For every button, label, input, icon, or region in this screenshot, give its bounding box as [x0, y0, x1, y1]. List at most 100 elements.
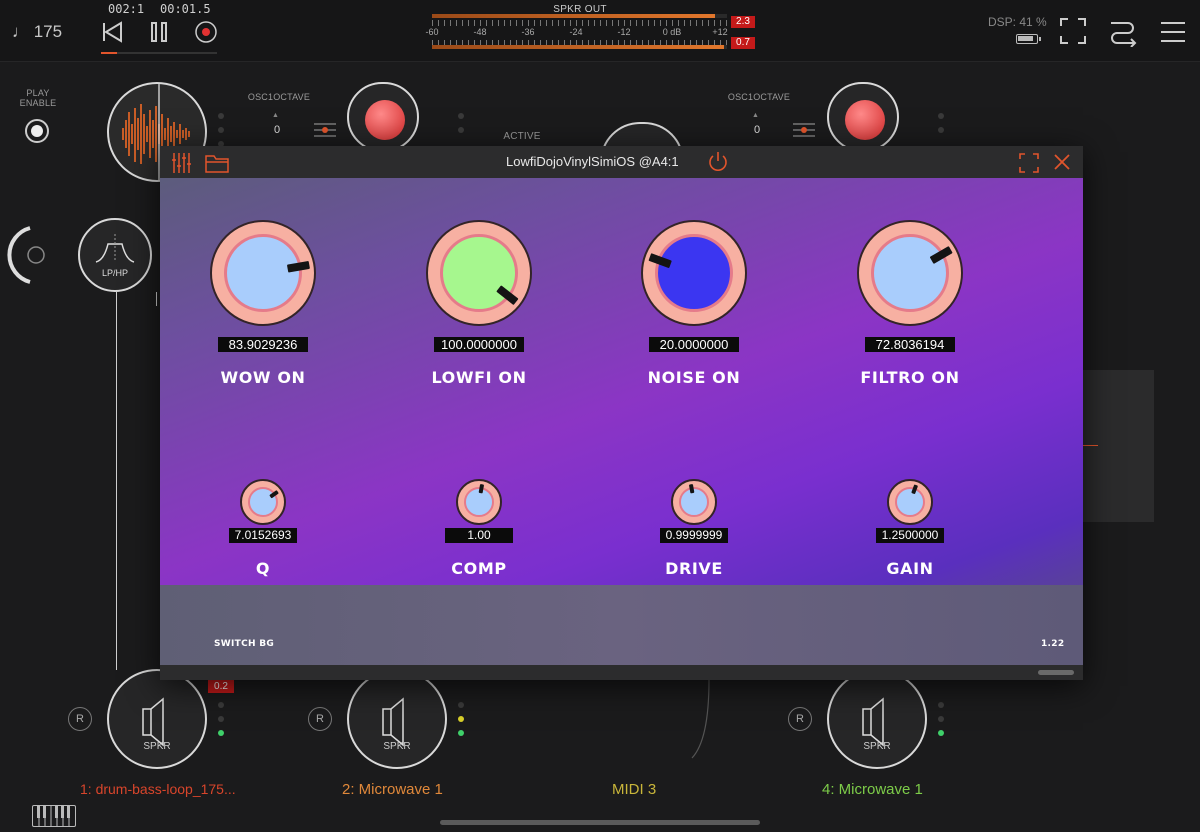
- noise-value[interactable]: 20.0000000: [649, 337, 739, 352]
- record-arm-button-3[interactable]: R: [788, 707, 812, 731]
- meter-scale-label: 0 dB: [662, 27, 682, 37]
- sliders-icon: [172, 153, 191, 173]
- q-knob[interactable]: [240, 479, 286, 525]
- comp-knob[interactable]: [456, 479, 502, 525]
- plugin-expand-button[interactable]: [1019, 153, 1039, 173]
- gain-value[interactable]: 1.2500000: [876, 528, 944, 543]
- resize-grip[interactable]: [1038, 670, 1074, 675]
- slider-icon-2[interactable]: [793, 122, 815, 138]
- play-enable-dot: [31, 125, 43, 137]
- connection-wire: [116, 292, 117, 670]
- active-label: ACTIVE: [503, 131, 541, 142]
- peak-indicator-bottom[interactable]: 0.7: [731, 37, 755, 49]
- play-enable-label: PLAY ENABLE: [19, 88, 57, 108]
- gain-knob-face: [895, 487, 925, 517]
- speaker1-dot-3: [218, 730, 224, 736]
- fullscreen-icon: [1060, 18, 1086, 44]
- plugin-power-button[interactable]: [707, 151, 729, 173]
- osc-octave-label-2: OSC1OCTAVE: [727, 92, 791, 102]
- wow-value[interactable]: 83.9029236: [218, 337, 308, 352]
- wow-knob-face: [224, 234, 302, 312]
- filtro-value[interactable]: 72.8036194: [865, 337, 955, 352]
- filtro-knob[interactable]: [857, 220, 963, 326]
- meter-bar-top: [432, 14, 727, 18]
- noise-knob[interactable]: [641, 220, 747, 326]
- plugin-title: LowfiDojoVinylSimiOS @A4:1: [506, 154, 679, 169]
- keyboard-button[interactable]: [32, 805, 76, 827]
- volume-knob-partial[interactable]: [0, 220, 60, 290]
- connection-curve: [691, 680, 710, 759]
- osc-octave-value-2[interactable]: 0: [754, 124, 760, 136]
- fullscreen-button[interactable]: [1060, 18, 1086, 44]
- track-name-1[interactable]: 1: drum-bass-loop_175...: [80, 781, 236, 797]
- speaker1-dot-2: [218, 716, 224, 722]
- pause-button[interactable]: [145, 18, 173, 46]
- record-button[interactable]: [192, 18, 220, 46]
- close-icon: [1054, 154, 1070, 170]
- lp-hp-filter-node[interactable]: LP/HP: [78, 218, 152, 292]
- meter-scale-label: +12: [712, 27, 728, 37]
- octave-up-icon-1[interactable]: ▲: [272, 112, 279, 119]
- menu-button[interactable]: [1160, 20, 1186, 44]
- lowfi-value[interactable]: 100.0000000: [434, 337, 524, 352]
- power-icon: [709, 152, 727, 171]
- home-indicator: [440, 820, 760, 825]
- comp-value[interactable]: 1.00: [445, 528, 513, 543]
- drive-value[interactable]: 0.9999999: [660, 528, 728, 543]
- routing-icon: [1111, 22, 1137, 48]
- octave-up-icon-2[interactable]: ▲: [752, 112, 759, 119]
- gain-knob[interactable]: [887, 479, 933, 525]
- battery-icon: [1016, 34, 1041, 44]
- track-name-2[interactable]: 2: Microwave 1: [342, 781, 443, 798]
- plugin-window: LowfiDojoVinylSimiOS @A4:1 83.9029236 10…: [160, 146, 1083, 680]
- play-enable-toggle[interactable]: [25, 119, 49, 143]
- drive-knob[interactable]: [671, 479, 717, 525]
- speaker-node-3[interactable]: SPKR: [827, 669, 927, 769]
- meter-bar-bottom: [432, 45, 727, 49]
- synth-node-2[interactable]: [827, 82, 899, 152]
- bar-position: 002:1: [108, 2, 145, 16]
- playback-progress[interactable]: [101, 52, 217, 54]
- plugin-close-button[interactable]: [1053, 153, 1071, 171]
- track-name-4[interactable]: 4: Microwave 1: [822, 781, 923, 798]
- meter-ticks-top: [432, 20, 727, 26]
- plugin-title-bar[interactable]: LowfiDojoVinylSimiOS @A4:1: [160, 146, 1083, 178]
- filtro-label: FILTRO ON: [860, 368, 960, 387]
- track-name-3[interactable]: MIDI 3: [612, 781, 656, 798]
- meter-scale: -60 -48 -36 -24 -12 0 dB +12: [420, 27, 740, 41]
- osc-octave-value-1[interactable]: 0: [274, 124, 280, 136]
- preset-folder-button[interactable]: [205, 153, 229, 173]
- synth2-status-dot-1: [938, 113, 944, 119]
- synth-node-1[interactable]: [347, 82, 419, 152]
- meter-fill-bottom: [432, 45, 725, 49]
- pause-icon: [151, 22, 167, 42]
- q-value[interactable]: 7.0152693: [229, 528, 297, 543]
- wow-knob[interactable]: [210, 220, 316, 326]
- top-bar: ♩ 175 002:1 00:01.5 SPKR OUT -60 -48 -36 -2…: [0, 0, 1200, 62]
- lowfi-knob[interactable]: [426, 220, 532, 326]
- rewind-button[interactable]: [98, 18, 126, 46]
- tempo-display[interactable]: ♩ 175: [12, 22, 62, 42]
- mixer-button[interactable]: [171, 152, 193, 174]
- wow-label: WOW ON: [220, 368, 306, 387]
- record-arm-button-1[interactable]: R: [68, 707, 92, 731]
- switch-bg-button[interactable]: SWITCH BG: [214, 639, 274, 649]
- speaker-node-2[interactable]: SPKR: [347, 669, 447, 769]
- plugin-version: 1.22: [1041, 639, 1065, 649]
- filtro-knob-face: [871, 234, 949, 312]
- speaker2-dot-1: [458, 702, 464, 708]
- meter-scale-label: -24: [569, 27, 583, 37]
- q-label: Q: [255, 559, 271, 578]
- record-arm-button-2[interactable]: R: [308, 707, 332, 731]
- osc-octave-label-1: OSC1OCTAVE: [247, 92, 311, 102]
- plugin-footer: [160, 665, 1083, 680]
- routing-button[interactable]: [1108, 17, 1138, 48]
- lowfi-knob-face: [440, 234, 518, 312]
- speaker-node-1[interactable]: SPKR: [107, 669, 207, 769]
- slider-icon-1[interactable]: [314, 122, 336, 138]
- peak-indicator-top[interactable]: 2.3: [731, 16, 755, 28]
- meter-scale-label: -36: [521, 27, 535, 37]
- speaker3-dot-3: [938, 730, 944, 736]
- speaker2-dot-3: [458, 730, 464, 736]
- speaker1-dot-1: [218, 702, 224, 708]
